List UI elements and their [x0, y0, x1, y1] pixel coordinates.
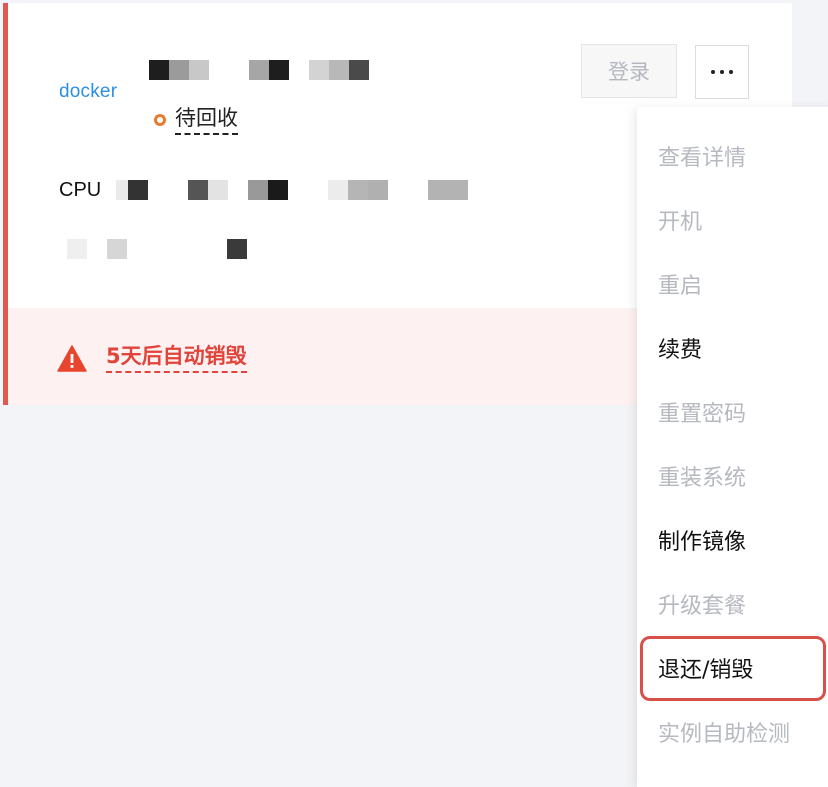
menu-item-view-details[interactable]: 查看详情	[637, 124, 828, 188]
dot	[720, 70, 724, 74]
menu-item-self-check[interactable]: 实例自助检测	[637, 700, 828, 764]
menu-item-return-destroy[interactable]: 退还/销毁	[637, 636, 828, 700]
menu-item-reinstall-system[interactable]: 重装系统	[637, 444, 828, 508]
menu-item-create-image[interactable]: 制作镜像	[637, 508, 828, 572]
instance-status: 待回收	[154, 105, 238, 135]
menu-item-upgrade-plan[interactable]: 升级套餐	[637, 572, 828, 636]
status-text[interactable]: 待回收	[175, 105, 238, 135]
redacted-cpu-spec	[116, 180, 468, 200]
menu-item-restart[interactable]: 重启	[637, 252, 828, 316]
login-button[interactable]: 登录	[581, 44, 677, 98]
redacted-instance-name	[149, 60, 369, 80]
dot	[711, 70, 715, 74]
warning-text[interactable]: 5天后自动销毁	[106, 343, 247, 373]
status-ring-icon	[154, 114, 166, 126]
cpu-label: CPU	[59, 179, 102, 201]
warning-triangle-icon	[57, 345, 87, 372]
docker-logo: docker	[59, 81, 118, 102]
menu-item-power-on[interactable]: 开机	[637, 188, 828, 252]
dot	[729, 70, 733, 74]
more-dots-icon[interactable]	[695, 45, 749, 99]
redacted-extra-info	[67, 239, 247, 259]
menu-item-renew[interactable]: 续费	[637, 316, 828, 380]
more-actions-menu: 查看详情 开机 重启 续费 重置密码 重装系统 制作镜像 升级套餐 退还/销毁 …	[637, 107, 828, 787]
menu-item-reset-password[interactable]: 重置密码	[637, 380, 828, 444]
